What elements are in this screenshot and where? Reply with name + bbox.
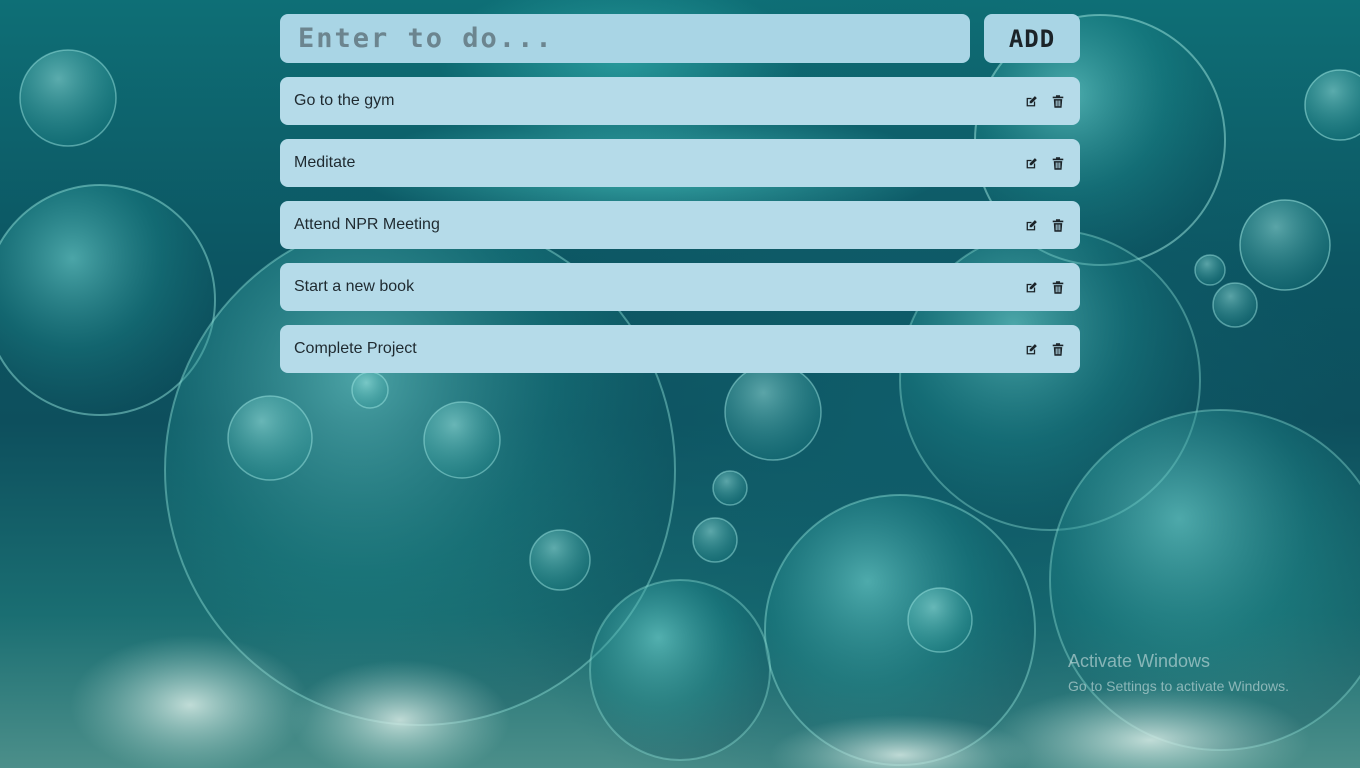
watermark-subtitle: Go to Settings to activate Windows.	[1068, 678, 1289, 694]
trash-icon[interactable]	[1050, 279, 1066, 295]
todo-text: Complete Project	[294, 340, 417, 357]
todo-item: Attend NPR Meeting	[280, 201, 1080, 249]
todo-text: Start a new book	[294, 278, 415, 295]
add-button[interactable]: ADD	[984, 14, 1080, 63]
activate-windows-watermark: Activate Windows Go to Settings to activ…	[1068, 651, 1289, 694]
todo-list: Go to the gym Meditate Attend NPR Meetin…	[280, 77, 1080, 373]
trash-icon[interactable]	[1050, 93, 1066, 109]
todo-item: Start a new book	[280, 263, 1080, 311]
todo-text: Attend NPR Meeting	[294, 216, 440, 233]
watermark-title: Activate Windows	[1068, 651, 1211, 671]
edit-icon[interactable]	[1023, 155, 1039, 171]
trash-icon[interactable]	[1050, 341, 1066, 357]
trash-icon[interactable]	[1050, 217, 1066, 233]
input-row: ADD	[280, 14, 1080, 63]
edit-icon[interactable]	[1023, 279, 1039, 295]
todo-input[interactable]	[280, 14, 970, 63]
todo-item: Go to the gym	[280, 77, 1080, 125]
trash-icon[interactable]	[1050, 155, 1066, 171]
todo-text: Go to the gym	[294, 92, 395, 109]
edit-icon[interactable]	[1023, 217, 1039, 233]
edit-icon[interactable]	[1023, 93, 1039, 109]
todo-app: ADD Go to the gym Meditate Attend NPR Me…	[280, 14, 1080, 387]
edit-icon[interactable]	[1023, 341, 1039, 357]
todo-item: Complete Project	[280, 325, 1080, 373]
todo-text: Meditate	[294, 154, 356, 171]
todo-item: Meditate	[280, 139, 1080, 187]
